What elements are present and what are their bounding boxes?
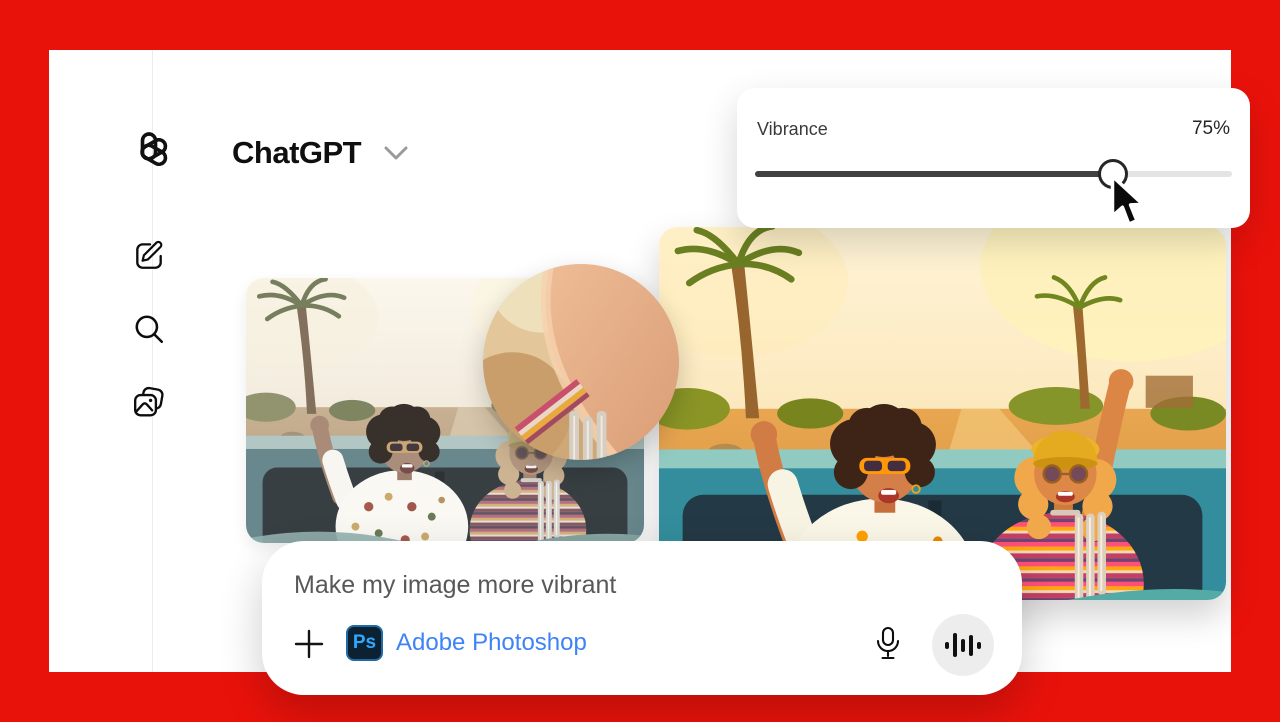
voice-waveform-icon [945,642,949,649]
dictate-button[interactable] [870,625,906,665]
prompt-input[interactable]: Make my image more vibrant [294,571,616,600]
attach-button[interactable] [292,627,326,661]
photoshop-icon: Ps [346,625,383,661]
photoshop-app-chip[interactable]: Ps Adobe Photoshop [346,625,587,661]
image-library-button[interactable] [129,383,169,423]
chevron-down-icon[interactable] [383,145,409,161]
photoshop-app-name: Adobe Photoshop [396,629,587,657]
vibrance-slider-knob[interactable] [1098,159,1128,189]
sidebar [49,50,153,672]
voice-mode-button[interactable] [932,614,994,676]
page-title[interactable]: ChatGPT [232,135,361,171]
plus-icon [292,649,326,664]
adobe-red-frame: ChatGPT [0,0,1280,722]
image-library-icon [132,385,166,422]
zoom-detail-circle [483,264,679,460]
new-chat-button[interactable] [129,236,169,276]
vibrance-value: 75% [1192,118,1230,140]
vibrance-slider-fill [755,171,1113,177]
microphone-icon [871,651,905,666]
search-icon [132,312,166,349]
chat-composer: Make my image more vibrant Ps Adobe Phot… [262,541,1022,695]
search-button[interactable] [129,310,169,350]
openai-logo-icon [125,128,173,176]
vibrance-label: Vibrance [757,119,828,140]
new-chat-icon [132,238,166,275]
vibrance-panel: Vibrance 75% [737,88,1250,228]
vibrance-slider-track[interactable] [755,171,1232,177]
